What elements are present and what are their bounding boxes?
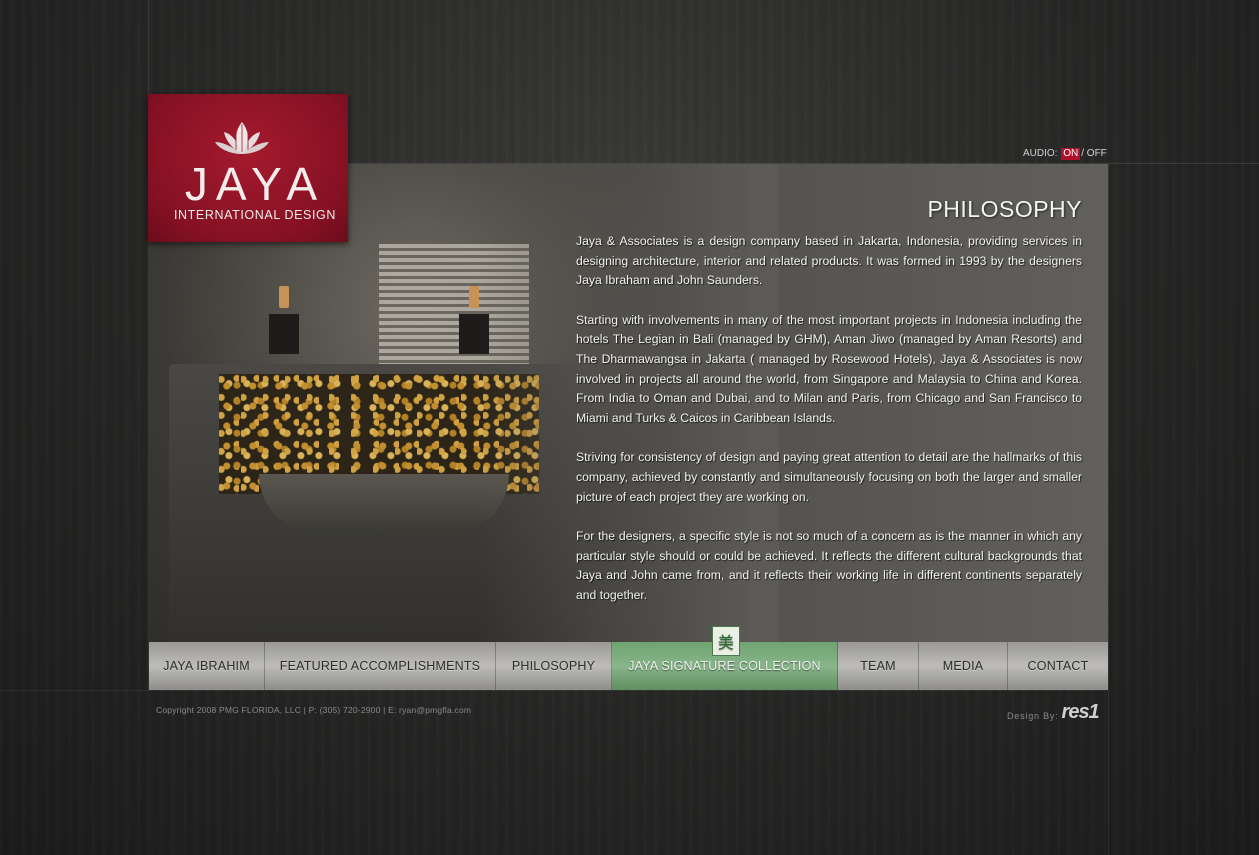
footer-copyright: Copyright 2008 PMG FLORIDA, LLC | P: (30… — [156, 705, 472, 715]
paragraph: Jaya & Associates is a design company ba… — [576, 234, 1082, 288]
designer-logo[interactable]: res1 — [1062, 702, 1100, 722]
nav-item-philosophy[interactable]: PHILOSOPHY — [496, 642, 612, 690]
page-title: PHILOSOPHY — [927, 196, 1082, 222]
hero-image-step — [259, 474, 509, 534]
frame-line-bottom — [0, 690, 1108, 691]
paragraph: For the designers, a specific style is n… — [576, 528, 1082, 603]
audio-off-button[interactable]: OFF — [1087, 148, 1107, 159]
logo-name: JAYA — [184, 158, 326, 210]
nav-item-jaya-ibrahim[interactable]: JAYA IBRAHIM — [149, 642, 265, 690]
nav-item-label: JAYA IBRAHIM — [163, 659, 250, 673]
signature-collection-icon: 美 — [712, 626, 740, 656]
nav-item-contact[interactable]: CONTACT — [1008, 642, 1108, 690]
nav-item-label: TEAM — [860, 659, 896, 673]
paragraph: Striving for consistency of design and p… — [576, 450, 1082, 504]
paragraph: Starting with involvements in many of th… — [576, 312, 1082, 426]
audio-separator: / — [1081, 148, 1085, 159]
nav-item-team[interactable]: TEAM — [838, 642, 919, 690]
nav-item-jaya-signature-collection[interactable]: 美 JAYA SIGNATURE COLLECTION — [612, 626, 838, 690]
philosophy-text: Jaya & Associates is a design company ba… — [576, 232, 1082, 625]
audio-toggle: AUDIO: ON / OFF — [1023, 148, 1107, 160]
audio-label: AUDIO: — [1023, 148, 1058, 159]
nav-item-label: PHILOSOPHY — [511, 659, 596, 673]
hero-image-candle — [279, 286, 289, 308]
brand-logo[interactable]: JAYA INTERNATIONAL DESIGN — [148, 94, 348, 242]
page: JAYA INTERNATIONAL DESIGN AUDIO: ON / OFF… — [0, 0, 1259, 855]
frame-line-right — [1108, 164, 1109, 855]
audio-on-button[interactable]: ON — [1061, 148, 1081, 160]
main-nav: JAYA IBRAHIM FEATURED ACCOMPLISHMENTS PH… — [149, 626, 1108, 690]
nav-item-label: FEATURED ACCOMPLISHMENTS — [279, 659, 481, 673]
nav-item-label: MEDIA — [942, 659, 984, 673]
hero-image-candle-holder — [269, 314, 299, 354]
nav-item-label: JAYA SIGNATURE COLLECTION — [628, 659, 821, 673]
design-by-label: Design By: — [1007, 711, 1059, 721]
nav-item-media[interactable]: MEDIA — [919, 642, 1008, 690]
lotus-icon — [215, 122, 269, 154]
logo-subtitle: INTERNATIONAL DESIGN — [173, 208, 337, 222]
design-credit: Design By: res1 — [1007, 700, 1100, 722]
nav-item-featured-accomplishments[interactable]: FEATURED ACCOMPLISHMENTS — [265, 642, 496, 690]
nav-item-label: CONTACT — [1027, 659, 1089, 673]
hero-image-candle — [469, 286, 479, 308]
